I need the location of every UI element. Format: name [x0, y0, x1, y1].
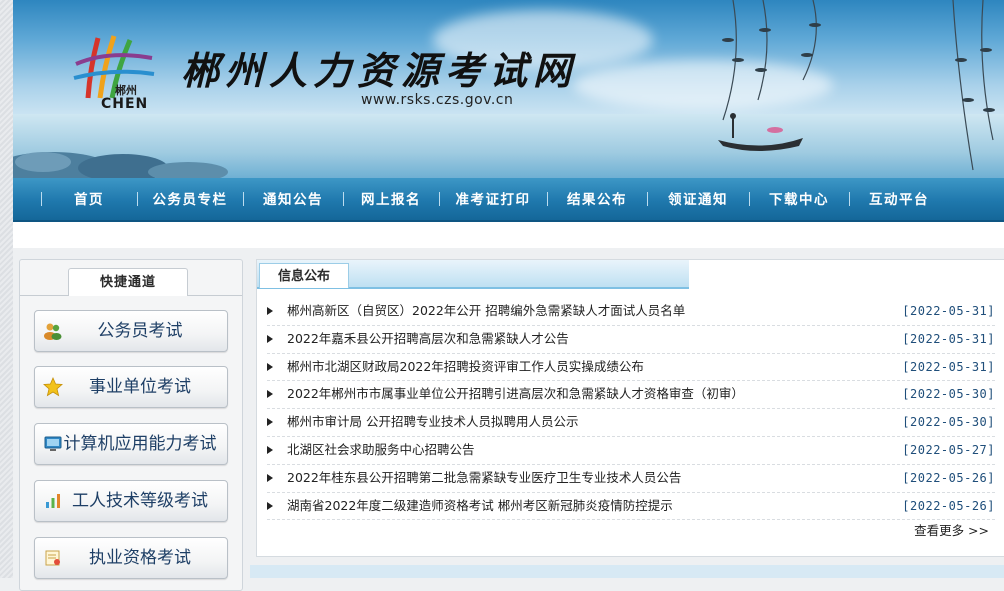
- list-item[interactable]: 2022年桂东县公开招聘第二批急需紧缺专业医疗卫生专业技术人员公告 [2022-0…: [267, 465, 995, 493]
- list-item[interactable]: 2022年郴州市市属事业单位公开招聘引进高层次和急需紧缺人才资格审查（初审） [2…: [267, 381, 995, 410]
- site-url: www.rsks.czs.gov.cn: [361, 92, 514, 108]
- news-date: [2022-05-26]: [902, 470, 995, 485]
- list-item[interactable]: 湖南省2022年度二级建造师资格考试 郴州考区新冠肺炎疫情防控提示 [2022-0…: [267, 493, 995, 521]
- page-left-margin: [0, 0, 13, 578]
- view-more-link[interactable]: 查看更多 >>: [914, 520, 989, 539]
- button-label: 事业单位考试: [89, 377, 191, 397]
- news-title[interactable]: 2022年郴州市市属事业单位公开招聘引进高层次和急需紧缺人才资格审查（初审）: [287, 381, 744, 407]
- button-label: 工人技术等级考试: [72, 491, 208, 511]
- news-date: [2022-05-31]: [902, 331, 995, 346]
- header-banner: 郴州 CHEN 郴州人力资源考试网 www.rsks.czs.gov.cn: [13, 0, 1004, 178]
- nav-item-home[interactable]: 首页: [41, 178, 137, 220]
- nav-item-civil-servant[interactable]: 公务员专栏: [137, 178, 243, 220]
- arrow-icon: [267, 334, 273, 343]
- button-label: 执业资格考试: [89, 548, 191, 568]
- nav-item-notices[interactable]: 通知公告: [243, 178, 343, 220]
- nav-item-downloads[interactable]: 下载中心: [749, 178, 849, 220]
- nav-item-certificate-notice[interactable]: 领证通知: [647, 178, 749, 220]
- news-date: [2022-05-30]: [902, 415, 995, 430]
- worker-skill-exam-button[interactable]: 工人技术等级考试: [34, 480, 228, 522]
- quick-access-panel: 快捷通道 公务员考试 事业单位考试 计算机应用能力考试 工人技术等级考试 执业资…: [19, 259, 243, 591]
- button-label: 公务员考试: [97, 321, 183, 341]
- list-item[interactable]: 郴州市北湖区财政局2022年招聘投资评审工作人员实操成绩公布 [2022-05-3…: [267, 354, 995, 382]
- public-institution-exam-button[interactable]: 事业单位考试: [34, 366, 228, 408]
- logo-text-en: CHEN: [101, 96, 149, 112]
- news-title[interactable]: 2022年嘉禾县公开招聘高层次和急需紧缺人才公告: [287, 326, 569, 352]
- arrow-icon: [267, 362, 273, 371]
- nav-item-online-registration[interactable]: 网上报名: [343, 178, 439, 220]
- news-date: [2022-05-31]: [902, 304, 995, 318]
- quick-access-tab: 快捷通道: [68, 268, 188, 296]
- news-date: [2022-05-27]: [902, 442, 995, 457]
- list-item[interactable]: 郴州市审计局 公开招聘专业技术人员拟聘用人员公示 [2022-05-30]: [267, 409, 995, 437]
- news-title[interactable]: 郴州高新区（自贸区）2022年公开 招聘编外急需紧缺人才面试人员名单: [287, 298, 685, 324]
- list-item[interactable]: 北湖区社会求助服务中心招聘公告 [2022-05-27]: [267, 437, 995, 465]
- arrow-icon: [267, 418, 273, 427]
- nav-item-admit-card[interactable]: 准考证打印: [439, 178, 547, 220]
- site-title: 郴州人力资源考试网: [181, 48, 578, 93]
- news-list: 郴州高新区（自贸区）2022年公开 招聘编外急需紧缺人才面试人员名单 [2022-…: [267, 298, 995, 521]
- news-title[interactable]: 2022年桂东县公开招聘第二批急需紧缺专业医疗卫生专业技术人员公告: [287, 465, 681, 491]
- arrow-icon: [267, 473, 273, 482]
- button-label: 计算机应用能力考试: [63, 434, 217, 454]
- header-spacer: [13, 222, 1004, 248]
- nav-item-interaction[interactable]: 互动平台: [849, 178, 949, 220]
- professional-qualification-exam-button[interactable]: 执业资格考试: [34, 537, 228, 579]
- news-title[interactable]: 湖南省2022年度二级建造师资格考试 郴州考区新冠肺炎疫情防控提示: [287, 493, 673, 519]
- info-panel: 信息公布 郴州高新区（自贸区）2022年公开 招聘编外急需紧缺人才面试人员名单 […: [256, 259, 1004, 557]
- nav-item-results[interactable]: 结果公布: [547, 178, 647, 220]
- news-title[interactable]: 郴州市审计局 公开招聘专业技术人员拟聘用人员公示: [287, 409, 578, 435]
- arrow-icon: [267, 390, 273, 399]
- news-title[interactable]: 北湖区社会求助服务中心招聘公告: [287, 437, 475, 463]
- news-date: [2022-05-31]: [902, 359, 995, 374]
- news-title[interactable]: 郴州市北湖区财政局2022年招聘投资评审工作人员实操成绩公布: [287, 354, 644, 380]
- news-date: [2022-05-26]: [902, 498, 995, 513]
- list-item[interactable]: 郴州高新区（自贸区）2022年公开 招聘编外急需紧缺人才面试人员名单 [2022-…: [267, 298, 995, 326]
- civil-servant-exam-button[interactable]: 公务员考试: [34, 310, 228, 352]
- arrow-icon: [267, 501, 273, 510]
- news-date: [2022-05-30]: [902, 387, 995, 402]
- arrow-icon: [267, 445, 273, 454]
- computer-skills-exam-button[interactable]: 计算机应用能力考试: [34, 423, 228, 465]
- arrow-icon: [267, 307, 273, 315]
- willow-illustration: [718, 0, 995, 171]
- info-tab[interactable]: 信息公布: [259, 263, 349, 288]
- info-panel-header: 信息公布: [257, 260, 689, 289]
- next-section-edge: [250, 565, 1004, 578]
- main-nav: 首页 公务员专栏 通知公告 网上报名 准考证打印 结果公布 领证通知 下载中心 …: [13, 178, 1004, 222]
- rocks-illustration: [13, 152, 228, 178]
- list-item[interactable]: 2022年嘉禾县公开招聘高层次和急需紧缺人才公告 [2022-05-31]: [267, 326, 995, 354]
